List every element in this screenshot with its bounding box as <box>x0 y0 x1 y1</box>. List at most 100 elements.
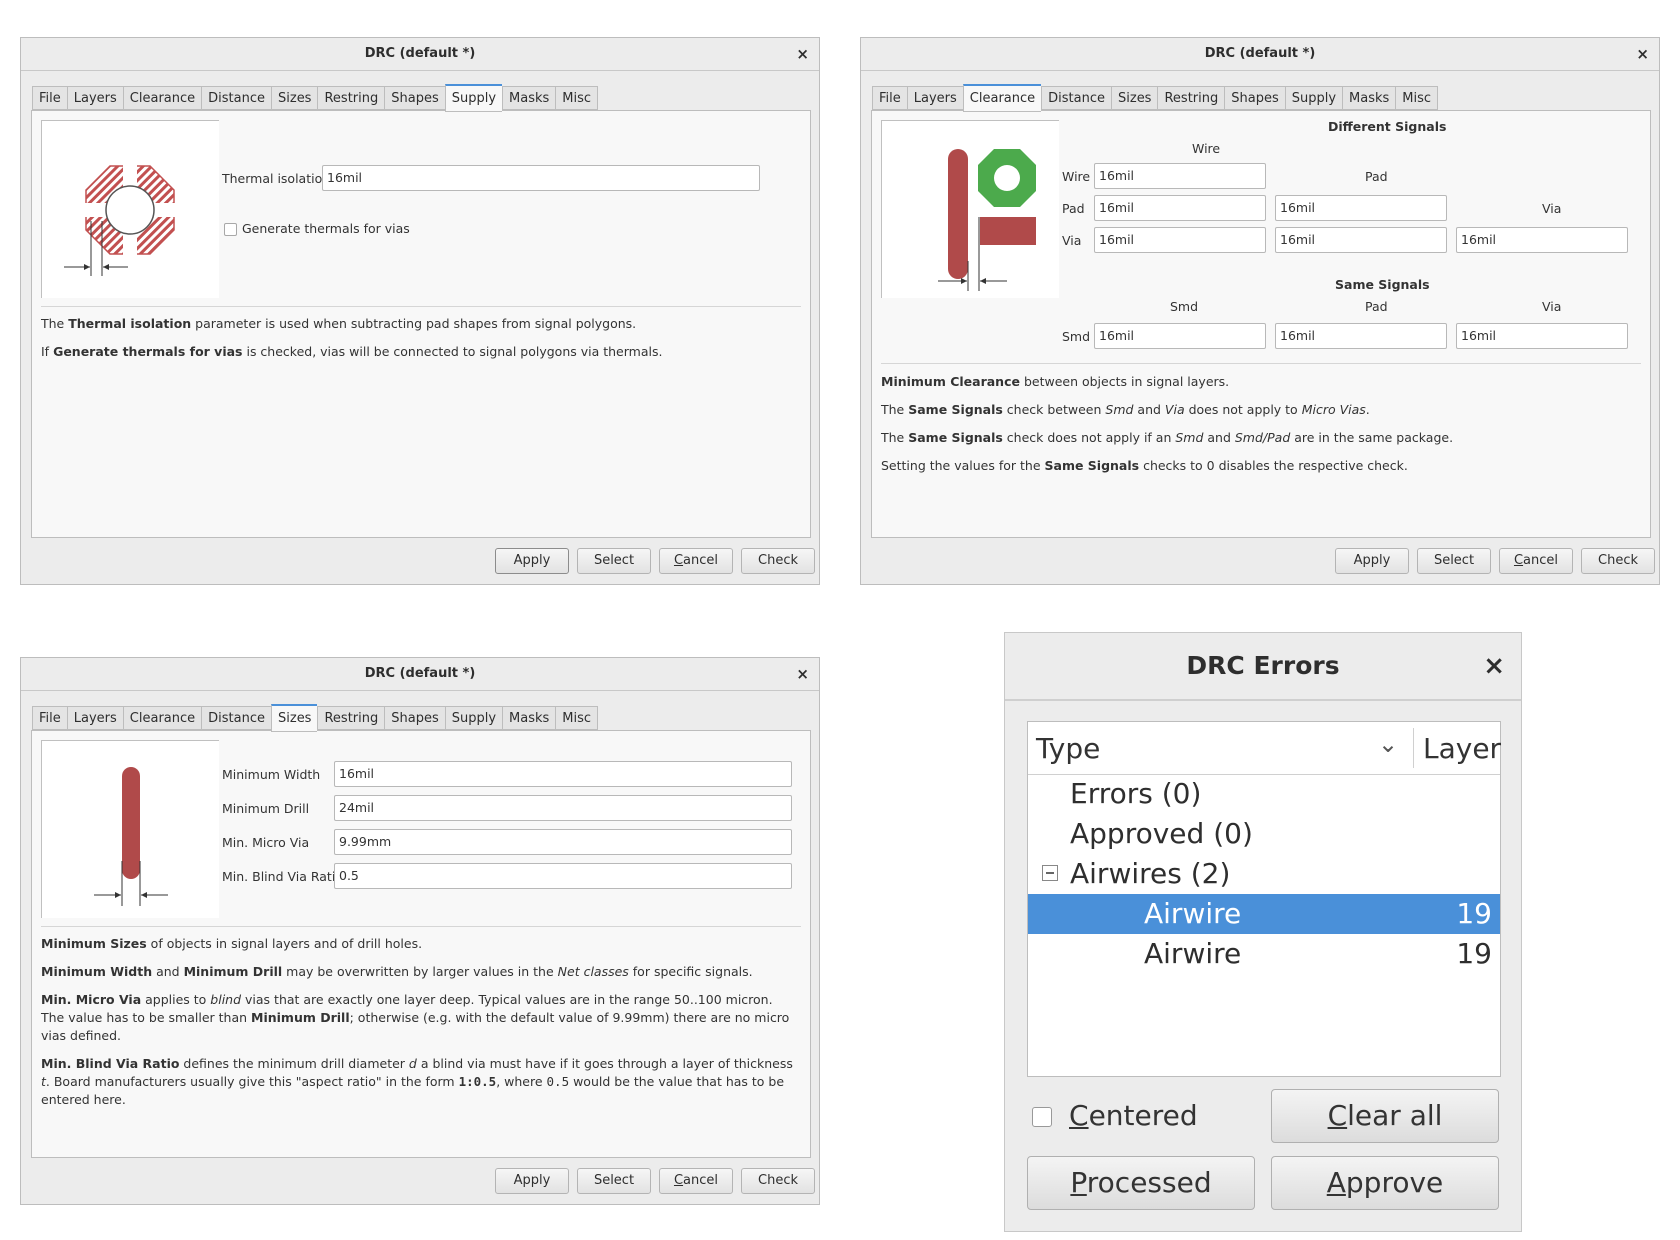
check-button[interactable]: Check <box>741 1168 815 1194</box>
tab-shapes[interactable]: Shapes <box>384 86 445 110</box>
micro-via-input[interactable]: 9.99mm <box>334 829 792 855</box>
title-bar: DRC (default *) × <box>21 38 819 71</box>
drc-dialog-sizes: DRC (default *) × File Layers Clearance … <box>20 657 820 1205</box>
tab-restring[interactable]: Restring <box>317 86 385 110</box>
via-wire-input[interactable]: 16mil <box>1094 227 1266 253</box>
tree-row-approved[interactable]: Approved (0) <box>1028 814 1500 854</box>
drc-dialog-clearance: DRC (default *) × File Layers Clearance … <box>860 37 1660 585</box>
drc-dialog-supply: DRC (default *) × File Layers Clearance … <box>20 37 820 585</box>
centered-label: Centered <box>1069 1099 1198 1132</box>
cancel-button[interactable]: Cancel <box>659 1168 733 1194</box>
select-button[interactable]: Select <box>577 548 651 574</box>
tab-supply[interactable]: Supply <box>1284 86 1343 110</box>
tree-row-airwires[interactable]: Airwires (2) <box>1028 854 1500 894</box>
tab-sizes[interactable]: Sizes <box>1111 86 1158 110</box>
tab-supply[interactable]: Supply <box>444 706 503 730</box>
generate-thermals-checkbox[interactable] <box>224 223 237 236</box>
min-width-label: Minimum Width <box>222 767 321 782</box>
smd-smd-input[interactable]: 16mil <box>1094 323 1266 349</box>
smd-pad-input[interactable]: 16mil <box>1275 323 1447 349</box>
thermal-illustration <box>41 120 219 298</box>
via-pad-input[interactable]: 16mil <box>1275 227 1447 253</box>
cancel-button[interactable]: Cancel <box>1499 548 1573 574</box>
smd-via-input[interactable]: 16mil <box>1456 323 1628 349</box>
tab-distance[interactable]: Distance <box>1041 86 1111 110</box>
tab-sizes[interactable]: Sizes <box>271 704 318 732</box>
tab-distance[interactable]: Distance <box>201 86 271 110</box>
close-icon[interactable]: × <box>796 38 809 70</box>
errors-tree[interactable]: Type ⌄ Layer Errors (0) Approved (0) Air… <box>1027 721 1501 1077</box>
tab-misc[interactable]: Misc <box>1395 86 1439 110</box>
supply-panel: Thermal isolation 16mil Generate thermal… <box>31 110 811 538</box>
sizes-panel: Minimum Width 16mil Minimum Drill 24mil … <box>31 730 811 1158</box>
close-icon[interactable]: × <box>1483 633 1505 699</box>
close-icon[interactable]: × <box>796 658 809 690</box>
list-item[interactable]: Airwire 19 <box>1028 894 1500 934</box>
tab-masks[interactable]: Masks <box>502 706 556 730</box>
sizes-description: Minimum Sizes of objects in signal layer… <box>41 936 793 1107</box>
column-layer-header[interactable]: Layer <box>1423 732 1501 765</box>
row-via-label: Via <box>1062 233 1082 248</box>
blind-via-ratio-input[interactable]: 0.5 <box>334 863 792 889</box>
drc-errors-window: DRC Errors × Type ⌄ Layer Errors (0) App… <box>1004 632 1522 1232</box>
apply-button[interactable]: Apply <box>495 1168 569 1194</box>
check-button[interactable]: Check <box>1581 548 1655 574</box>
tab-shapes[interactable]: Shapes <box>384 706 445 730</box>
cancel-button[interactable]: Cancel <box>659 548 733 574</box>
col-pad-label: Pad <box>1365 169 1388 184</box>
min-width-input[interactable]: 16mil <box>334 761 792 787</box>
col-via-label: Via <box>1542 201 1562 216</box>
pad-pad-input[interactable]: 16mil <box>1275 195 1447 221</box>
sizes-illustration <box>41 740 219 918</box>
centered-checkbox[interactable] <box>1032 1107 1052 1127</box>
tab-file[interactable]: File <box>32 706 67 730</box>
separator <box>41 306 801 307</box>
tab-layers[interactable]: Layers <box>906 86 963 110</box>
tab-sizes[interactable]: Sizes <box>271 86 318 110</box>
supply-description: The Thermal isolation parameter is used … <box>41 316 663 359</box>
separator <box>41 926 801 927</box>
tab-bar: File Layers Clearance Distance Sizes Res… <box>32 704 599 732</box>
check-button[interactable]: Check <box>741 548 815 574</box>
clear-all-button[interactable]: Clear all <box>1271 1089 1499 1143</box>
apply-button[interactable]: Apply <box>1335 548 1409 574</box>
close-icon[interactable]: × <box>1636 38 1649 70</box>
column-type-header[interactable]: Type <box>1036 732 1100 765</box>
processed-button[interactable]: Processed <box>1027 1156 1255 1210</box>
list-item[interactable]: Airwire 19 <box>1028 934 1500 974</box>
tab-clearance[interactable]: Clearance <box>122 86 202 110</box>
tab-masks[interactable]: Masks <box>502 86 556 110</box>
via-via-input[interactable]: 16mil <box>1456 227 1628 253</box>
min-drill-input[interactable]: 24mil <box>334 795 792 821</box>
tab-misc[interactable]: Misc <box>555 706 599 730</box>
wire-wire-input[interactable]: 16mil <box>1094 163 1266 189</box>
tab-layers[interactable]: Layers <box>66 706 123 730</box>
tab-distance[interactable]: Distance <box>201 706 271 730</box>
row-smd-label: Smd <box>1062 329 1091 344</box>
tab-file[interactable]: File <box>32 86 67 110</box>
select-button[interactable]: Select <box>577 1168 651 1194</box>
clearance-objects-icon <box>938 149 1036 291</box>
tab-clearance[interactable]: Clearance <box>962 84 1042 112</box>
tab-misc[interactable]: Misc <box>555 86 599 110</box>
thermal-isolation-label: Thermal isolation <box>222 171 331 186</box>
tab-shapes[interactable]: Shapes <box>1224 86 1285 110</box>
chevron-down-icon[interactable]: ⌄ <box>1378 730 1398 758</box>
apply-button[interactable]: Apply <box>495 548 569 574</box>
micro-via-label: Min. Micro Via <box>222 835 310 850</box>
tab-supply[interactable]: Supply <box>444 84 503 112</box>
tab-file[interactable]: File <box>872 86 907 110</box>
tab-masks[interactable]: Masks <box>1342 86 1396 110</box>
tab-restring[interactable]: Restring <box>1157 86 1225 110</box>
pad-wire-input[interactable]: 16mil <box>1094 195 1266 221</box>
collapse-icon[interactable] <box>1042 865 1058 881</box>
select-button[interactable]: Select <box>1417 548 1491 574</box>
tree-row-errors[interactable]: Errors (0) <box>1028 774 1500 814</box>
approve-button[interactable]: Approve <box>1271 1156 1499 1210</box>
thermal-isolation-input[interactable]: 16mil <box>322 165 760 191</box>
tab-restring[interactable]: Restring <box>317 706 385 730</box>
tab-layers[interactable]: Layers <box>66 86 123 110</box>
generate-thermals-label: Generate thermals for vias <box>242 221 410 236</box>
tab-clearance[interactable]: Clearance <box>122 706 202 730</box>
clearance-illustration <box>881 120 1059 298</box>
